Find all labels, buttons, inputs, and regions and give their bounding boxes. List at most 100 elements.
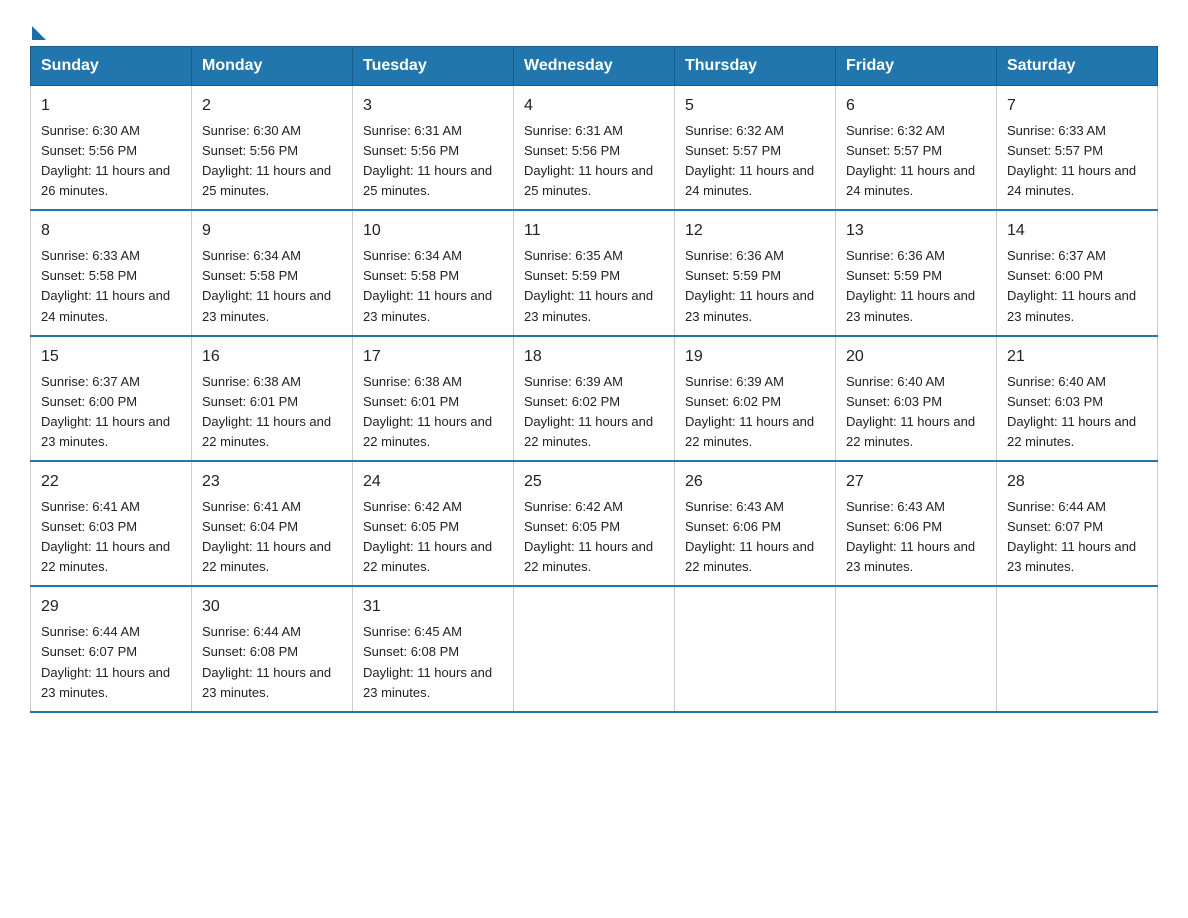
day-number: 18 [524,345,664,370]
day-number: 29 [41,595,181,620]
calendar-day-cell: 13Sunrise: 6:36 AMSunset: 5:59 PMDayligh… [836,210,997,335]
day-number: 2 [202,94,342,119]
day-info: Sunrise: 6:31 AMSunset: 5:56 PMDaylight:… [363,123,492,198]
day-number: 4 [524,94,664,119]
day-number: 22 [41,470,181,495]
day-info: Sunrise: 6:44 AMSunset: 6:07 PMDaylight:… [41,624,170,699]
day-number: 8 [41,219,181,244]
day-info: Sunrise: 6:31 AMSunset: 5:56 PMDaylight:… [524,123,653,198]
day-info: Sunrise: 6:37 AMSunset: 6:00 PMDaylight:… [1007,248,1136,323]
day-info: Sunrise: 6:44 AMSunset: 6:07 PMDaylight:… [1007,499,1136,574]
weekday-header-tuesday: Tuesday [353,47,514,86]
calendar-day-cell: 8Sunrise: 6:33 AMSunset: 5:58 PMDaylight… [31,210,192,335]
calendar-day-cell: 16 Sunrise: 6:38 AMSunset: 6:01 PMDayligh… [192,336,353,461]
day-number: 5 [685,94,825,119]
calendar-day-cell: 1 Sunrise: 6:30 AMSunset: 5:56 PMDaylight… [31,86,192,211]
weekday-header-friday: Friday [836,47,997,86]
calendar-day-cell: 4 Sunrise: 6:31 AMSunset: 5:56 PMDaylight… [514,86,675,211]
calendar-header: SundayMondayTuesdayWednesdayThursdayFrid… [31,47,1158,86]
day-number: 7 [1007,94,1147,119]
weekday-header-sunday: Sunday [31,47,192,86]
day-info: Sunrise: 6:43 AMSunset: 6:06 PMDaylight:… [846,499,975,574]
calendar-week-row: 8Sunrise: 6:33 AMSunset: 5:58 PMDaylight… [31,210,1158,335]
day-info: Sunrise: 6:32 AMSunset: 5:57 PMDaylight:… [685,123,814,198]
calendar-day-cell: 24Sunrise: 6:42 AMSunset: 6:05 PMDayligh… [353,461,514,586]
calendar-day-cell: 27Sunrise: 6:43 AMSunset: 6:06 PMDayligh… [836,461,997,586]
calendar-day-cell: 14 Sunrise: 6:37 AMSunset: 6:00 PMDayligh… [997,210,1158,335]
calendar-day-cell: 21 Sunrise: 6:40 AMSunset: 6:03 PMDayligh… [997,336,1158,461]
calendar-week-row: 22 Sunrise: 6:41 AMSunset: 6:03 PMDayligh… [31,461,1158,586]
day-number: 6 [846,94,986,119]
calendar-day-cell: 7 Sunrise: 6:33 AMSunset: 5:57 PMDaylight… [997,86,1158,211]
day-number: 21 [1007,345,1147,370]
day-info: Sunrise: 6:41 AMSunset: 6:04 PMDaylight:… [202,499,331,574]
day-number: 15 [41,345,181,370]
day-number: 17 [363,345,503,370]
day-number: 14 [1007,219,1147,244]
day-number: 25 [524,470,664,495]
calendar-day-cell: 28 Sunrise: 6:44 AMSunset: 6:07 PMDayligh… [997,461,1158,586]
day-info: Sunrise: 6:32 AMSunset: 5:57 PMDaylight:… [846,123,975,198]
logo [30,20,46,36]
calendar-day-cell: 25 Sunrise: 6:42 AMSunset: 6:05 PMDayligh… [514,461,675,586]
day-number: 19 [685,345,825,370]
calendar-day-cell: 5 Sunrise: 6:32 AMSunset: 5:57 PMDaylight… [675,86,836,211]
day-number: 10 [363,219,503,244]
weekday-header-thursday: Thursday [675,47,836,86]
day-info: Sunrise: 6:35 AMSunset: 5:59 PMDaylight:… [524,248,653,323]
calendar-day-cell: 20 Sunrise: 6:40 AMSunset: 6:03 PMDayligh… [836,336,997,461]
day-number: 1 [41,94,181,119]
calendar-day-cell: 15 Sunrise: 6:37 AMSunset: 6:00 PMDayligh… [31,336,192,461]
day-number: 9 [202,219,342,244]
day-info: Sunrise: 6:30 AMSunset: 5:56 PMDaylight:… [202,123,331,198]
calendar-day-cell: 22 Sunrise: 6:41 AMSunset: 6:03 PMDayligh… [31,461,192,586]
calendar-table: SundayMondayTuesdayWednesdayThursdayFrid… [30,46,1158,713]
day-info: Sunrise: 6:45 AMSunset: 6:08 PMDaylight:… [363,624,492,699]
day-info: Sunrise: 6:40 AMSunset: 6:03 PMDaylight:… [846,374,975,449]
logo-arrow-icon [32,26,46,40]
calendar-day-cell: 11 Sunrise: 6:35 AMSunset: 5:59 PMDayligh… [514,210,675,335]
calendar-day-cell [997,586,1158,711]
day-number: 20 [846,345,986,370]
day-info: Sunrise: 6:33 AMSunset: 5:57 PMDaylight:… [1007,123,1136,198]
day-info: Sunrise: 6:36 AMSunset: 5:59 PMDaylight:… [685,248,814,323]
day-info: Sunrise: 6:38 AMSunset: 6:01 PMDaylight:… [202,374,331,449]
calendar-day-cell [675,586,836,711]
calendar-day-cell [836,586,997,711]
weekday-header-wednesday: Wednesday [514,47,675,86]
day-info: Sunrise: 6:39 AMSunset: 6:02 PMDaylight:… [524,374,653,449]
day-number: 11 [524,219,664,244]
day-info: Sunrise: 6:40 AMSunset: 6:03 PMDaylight:… [1007,374,1136,449]
calendar-day-cell [514,586,675,711]
day-number: 28 [1007,470,1147,495]
weekday-header-row: SundayMondayTuesdayWednesdayThursdayFrid… [31,47,1158,86]
day-info: Sunrise: 6:37 AMSunset: 6:00 PMDaylight:… [41,374,170,449]
calendar-day-cell: 18 Sunrise: 6:39 AMSunset: 6:02 PMDayligh… [514,336,675,461]
day-number: 16 [202,345,342,370]
day-number: 12 [685,219,825,244]
weekday-header-monday: Monday [192,47,353,86]
page-header [30,20,1158,36]
calendar-day-cell: 31 Sunrise: 6:45 AMSunset: 6:08 PMDayligh… [353,586,514,711]
day-number: 26 [685,470,825,495]
day-info: Sunrise: 6:34 AMSunset: 5:58 PMDaylight:… [202,248,331,323]
day-info: Sunrise: 6:30 AMSunset: 5:56 PMDaylight:… [41,123,170,198]
day-info: Sunrise: 6:42 AMSunset: 6:05 PMDaylight:… [524,499,653,574]
day-info: Sunrise: 6:38 AMSunset: 6:01 PMDaylight:… [363,374,492,449]
calendar-day-cell: 3 Sunrise: 6:31 AMSunset: 5:56 PMDaylight… [353,86,514,211]
day-number: 23 [202,470,342,495]
day-info: Sunrise: 6:44 AMSunset: 6:08 PMDaylight:… [202,624,331,699]
calendar-day-cell: 10 Sunrise: 6:34 AMSunset: 5:58 PMDayligh… [353,210,514,335]
day-info: Sunrise: 6:41 AMSunset: 6:03 PMDaylight:… [41,499,170,574]
calendar-day-cell: 9 Sunrise: 6:34 AMSunset: 5:58 PMDaylight… [192,210,353,335]
calendar-day-cell: 2 Sunrise: 6:30 AMSunset: 5:56 PMDaylight… [192,86,353,211]
calendar-day-cell: 6 Sunrise: 6:32 AMSunset: 5:57 PMDaylight… [836,86,997,211]
calendar-week-row: 1 Sunrise: 6:30 AMSunset: 5:56 PMDaylight… [31,86,1158,211]
calendar-week-row: 29 Sunrise: 6:44 AMSunset: 6:07 PMDayligh… [31,586,1158,711]
day-number: 3 [363,94,503,119]
calendar-day-cell: 23 Sunrise: 6:41 AMSunset: 6:04 PMDayligh… [192,461,353,586]
calendar-day-cell: 29 Sunrise: 6:44 AMSunset: 6:07 PMDayligh… [31,586,192,711]
day-number: 13 [846,219,986,244]
day-info: Sunrise: 6:34 AMSunset: 5:58 PMDaylight:… [363,248,492,323]
day-number: 31 [363,595,503,620]
